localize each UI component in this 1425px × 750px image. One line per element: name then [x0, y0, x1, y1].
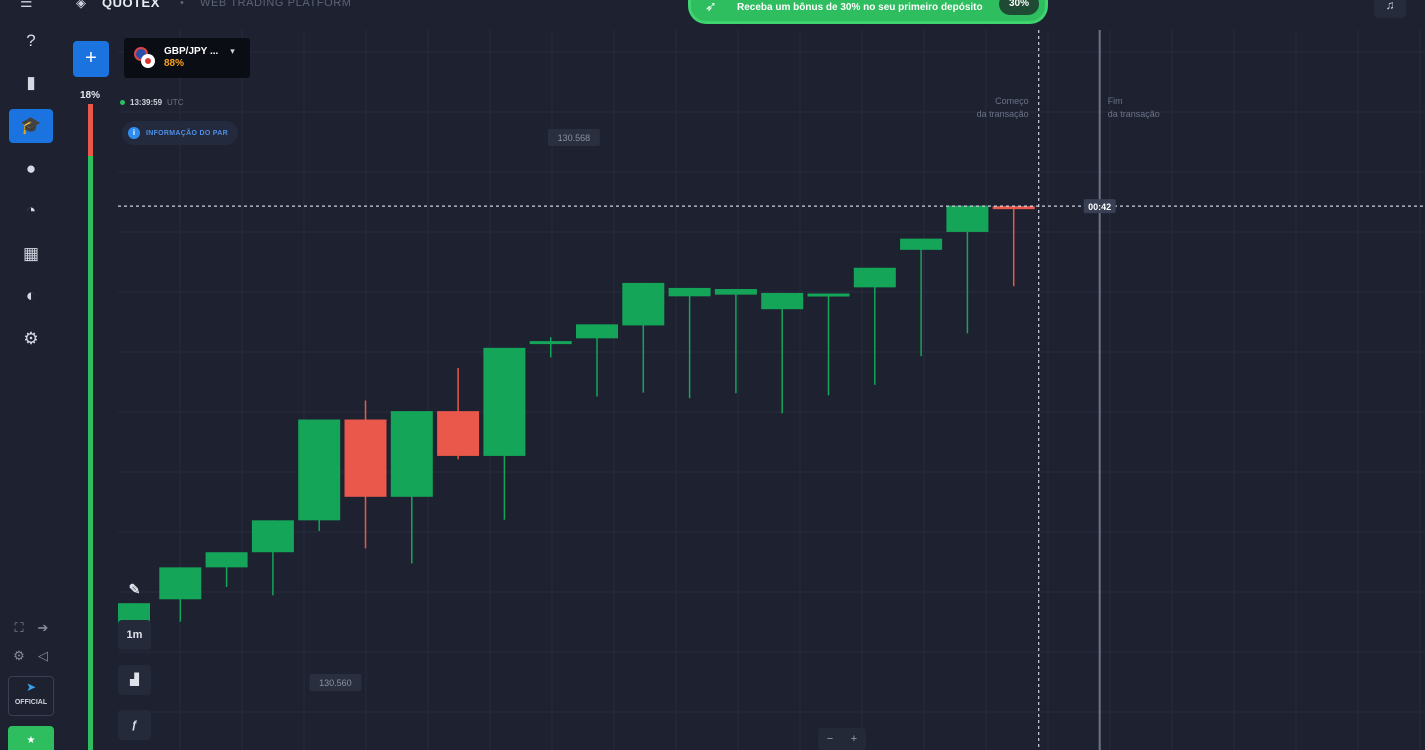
cogs-icon: ⚙: [23, 329, 39, 348]
chart-type-button[interactable]: ▟: [118, 665, 151, 695]
sentiment-percent: 18%: [80, 90, 101, 101]
info-icon: i: [128, 127, 140, 139]
candle-up: [576, 324, 618, 339]
low-label: 130.560: [319, 678, 352, 688]
app-root: Começo da transação Fim da transação 00:42 13…: [0, 0, 1425, 750]
telegram-icon: ➤: [25, 680, 37, 694]
zoom-in-button[interactable]: +: [851, 733, 857, 745]
sidebar-item-market[interactable]: ▦: [9, 237, 53, 271]
candle-up: [529, 341, 572, 345]
candle-up: [946, 205, 989, 232]
pencil-icon: ✎: [128, 581, 141, 597]
logo[interactable]: ◈ QUOTEX: [76, 0, 160, 10]
trade-end-label: Fim da transação: [1108, 96, 1160, 119]
support-icon: ?: [26, 31, 36, 50]
logo-separator: •: [180, 0, 184, 9]
sidebar-bottom-button[interactable]: ★: [8, 726, 54, 750]
telegram-label: OFFICIAL: [14, 699, 48, 706]
sentiment-bar: [88, 104, 93, 750]
telegram-official-button[interactable]: ➤ OFFICIAL: [8, 676, 54, 716]
server-clock: 13:39:59 UTC: [120, 98, 183, 107]
graduation-cap-icon: 🎓: [20, 116, 42, 135]
candles-icon: ▟: [130, 674, 139, 686]
candle-up: [853, 267, 896, 288]
sidebar: ? ▮ 🎓 ● ◔ ▦ ◐ ⚙ ⛶ ➔ ⚙ ◁ ➤ OFFICIAL ★: [0, 20, 62, 750]
achievements-icon: ◐: [25, 286, 37, 305]
price-tag-label: 00:42: [1088, 202, 1111, 212]
candle-up: [390, 411, 433, 497]
user-icon: ●: [25, 159, 37, 178]
asset-name: GBP/JPY ...: [164, 46, 219, 57]
logo-text: QUOTEX: [102, 0, 160, 10]
gear-icon[interactable]: ⚙: [10, 647, 28, 665]
share-icon[interactable]: ➔: [34, 619, 52, 637]
zoom-out-button[interactable]: −: [827, 733, 833, 745]
indicators-icon: ƒ: [131, 719, 138, 731]
draw-tool-button[interactable]: ✎: [118, 574, 151, 604]
candle-up: [668, 287, 711, 297]
rocket-icon: ➶: [705, 0, 717, 14]
top-bar: ☰ ◈ QUOTEX • WEB TRADING PLATFORM ➶ Rece…: [0, 0, 1425, 24]
hamburger-icon[interactable]: ☰: [20, 0, 40, 9]
candle-up: [159, 567, 202, 600]
sidebar-item-settings[interactable]: ⚙: [9, 322, 53, 356]
sidebar-item-tournaments[interactable]: ◔: [9, 194, 53, 228]
sound-icon[interactable]: ◁: [34, 647, 52, 665]
sidebar-item-analytics[interactable]: ▮: [9, 66, 53, 100]
candle-up: [251, 520, 294, 553]
fullscreen-icon[interactable]: ⛶: [10, 619, 28, 637]
promo-text: Receba um bônus de 30% no seu primeiro d…: [737, 2, 983, 13]
chart-bars-icon: ▮: [26, 73, 36, 92]
promo-banner[interactable]: ➶ Receba um bônus de 30% no seu primeiro…: [688, 0, 1048, 24]
candle-up: [714, 289, 757, 295]
bell-icon[interactable]: ♫: [1374, 0, 1406, 18]
clock-time: 13:39:59: [130, 98, 163, 107]
zoom-control: − +: [818, 728, 866, 750]
star-icon: ★: [26, 735, 36, 746]
pair-info-button[interactable]: i INFORMAÇÃO DO PAR: [122, 121, 238, 145]
asset-payout: 88%: [164, 58, 185, 69]
candle-down: [437, 411, 480, 456]
sidebar-item-account[interactable]: ●: [9, 152, 53, 186]
market-icon: ▦: [22, 244, 40, 263]
logo-subtitle: WEB TRADING PLATFORM: [200, 0, 352, 9]
candle-up: [622, 282, 665, 326]
high-label: 130.568: [558, 133, 591, 143]
chevron-down-icon: ▾: [230, 46, 235, 56]
candle-up: [900, 238, 943, 250]
pie-icon: ◔: [25, 201, 37, 220]
timeframe-button[interactable]: 1m: [118, 620, 151, 650]
sidebar-item-education[interactable]: 🎓: [9, 109, 53, 143]
price-chart[interactable]: Começo da transação Fim da transação 00:42 13…: [0, 0, 1425, 750]
candle-up: [483, 347, 526, 456]
add-chart-button[interactable]: +: [73, 41, 109, 77]
sidebar-item-achievements[interactable]: ◐: [9, 279, 53, 313]
clock-timezone: UTC: [167, 98, 184, 107]
promo-badge[interactable]: 30%: [999, 0, 1039, 15]
indicators-button[interactable]: ƒ: [118, 710, 151, 740]
candle-up: [761, 292, 804, 310]
sidebar-item-support[interactable]: ?: [9, 24, 53, 58]
trade-start-label: Começo da transação: [977, 96, 1029, 119]
quotex-logo-icon: ◈: [76, 0, 86, 10]
currency-flags-icon: [134, 47, 156, 69]
candle-up: [298, 419, 341, 521]
pair-info-label: INFORMAÇÃO DO PAR: [146, 129, 228, 137]
candle-down: [344, 419, 387, 497]
status-dot-icon: [120, 100, 125, 105]
asset-selector[interactable]: GBP/JPY ... 88% ▾: [124, 38, 250, 78]
sentiment-bar-red: [88, 104, 93, 156]
candle-up: [205, 552, 248, 568]
candle-up: [807, 293, 850, 297]
